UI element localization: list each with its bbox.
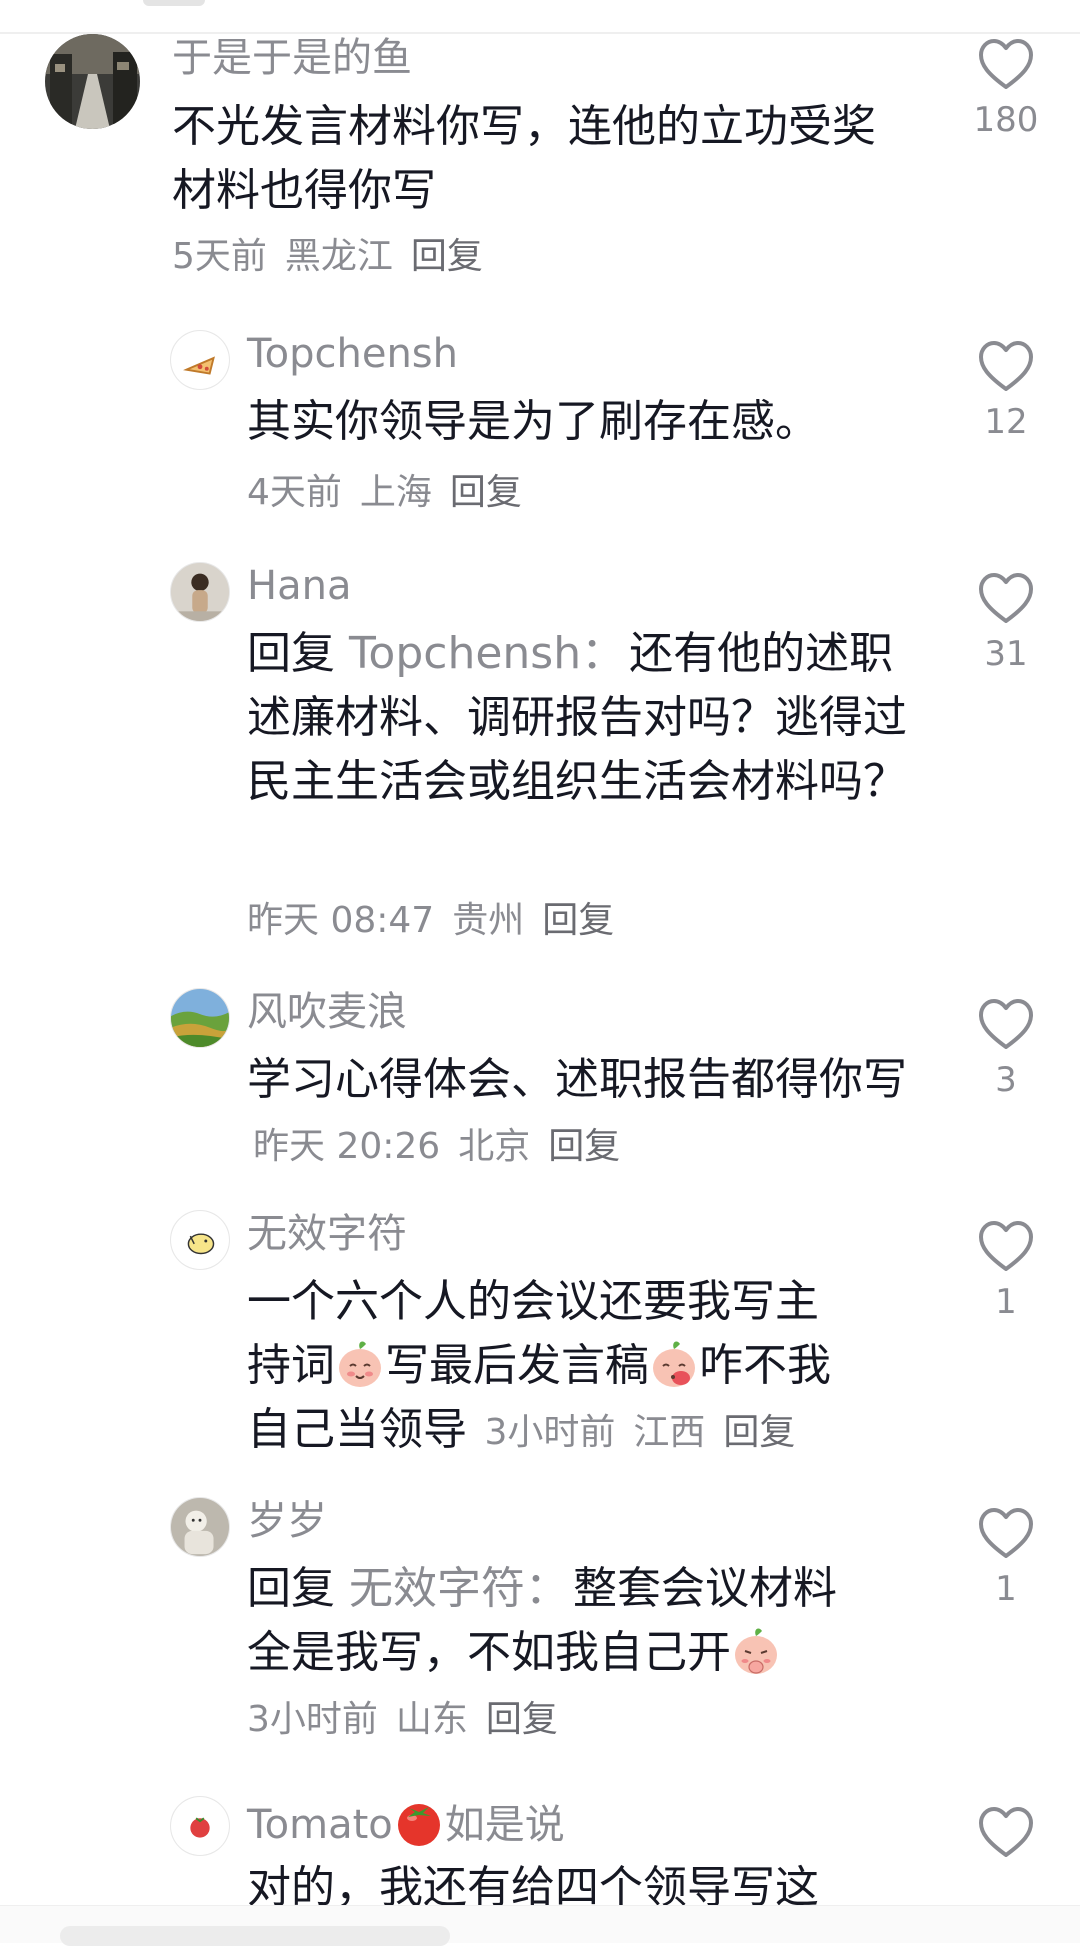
reply-button[interactable]: 回复	[450, 472, 522, 513]
tomato-emoji-icon	[397, 1804, 440, 1846]
comment-body-part: 整套会议材料	[573, 1563, 837, 1614]
comment-body: 其实你领导是为了刷存在感。	[247, 396, 819, 447]
peach-pray-emoji-icon	[735, 1628, 777, 1674]
comment-body-part: 持词	[247, 1340, 335, 1391]
comment-body-line: 全是我写，不如我自己开	[247, 1621, 927, 1685]
comment-username[interactable]: Tomato 如是说	[247, 1796, 565, 1849]
heart-icon	[979, 1508, 1033, 1558]
comment-body-line: 持词 写最后发言稿 咋不我	[247, 1334, 927, 1398]
comment-text: 回复 无效字符：整套会议材料 全是我写，不如我自己开	[247, 1557, 927, 1685]
comment-body-part: 咋不我	[699, 1340, 831, 1391]
reply-button[interactable]: 回复	[486, 1699, 558, 1740]
avatar[interactable]	[45, 34, 140, 129]
username-part: 如是说	[444, 1802, 565, 1848]
reply-button[interactable]: 回复	[723, 1412, 795, 1453]
comment-time: 3小时前	[484, 1412, 616, 1453]
previous-avatar-edge	[143, 0, 205, 6]
comment-location: 贵州	[452, 900, 525, 941]
comment-body: 不光发言材料你写，连他的立功受奖材料也得你写	[172, 101, 876, 216]
like-button[interactable]: 12	[970, 340, 1042, 442]
like-button[interactable]: 1	[970, 1507, 1042, 1609]
comment-meta: 4天前 上海 回复	[241, 466, 540, 517]
comment-meta: 5天前 黑龙江 回复	[166, 230, 501, 281]
comment-body: 学习心得体会、述职报告都得你写	[247, 1054, 907, 1105]
avatar[interactable]	[170, 988, 230, 1048]
heart-icon	[979, 1221, 1033, 1271]
avatar[interactable]	[170, 1497, 230, 1557]
comment-username[interactable]: Hana	[247, 562, 351, 610]
avatar[interactable]	[170, 1796, 230, 1856]
heart-icon	[979, 573, 1033, 623]
reply-target-username[interactable]: Topchensh：	[349, 628, 625, 679]
comment-username[interactable]: Topchensh	[247, 330, 458, 378]
reply-button[interactable]: 回复	[411, 236, 483, 277]
like-count: 31	[984, 634, 1028, 674]
comment-text: 一个六个人的会议还要我写主 持词 写最后发言稿 咋不我 自己当领导 3小时前 江西 回复	[247, 1270, 927, 1465]
reply-button[interactable]: 回复	[548, 1126, 620, 1167]
comment-text: 回复 Topchensh：还有他的述职述廉材料、调研报告对吗？逃得过民主生活会或组…	[247, 622, 907, 814]
reply-prefix: 回复	[247, 628, 335, 679]
comment-body-part: 全是我写，不如我自己开	[247, 1627, 731, 1678]
reply-target-username[interactable]: 无效字符：	[349, 1563, 569, 1614]
peach-blush-emoji-icon	[653, 1341, 695, 1387]
heart-icon	[979, 999, 1033, 1049]
comment-time: 昨天 08:47	[247, 900, 435, 941]
like-count: 12	[984, 402, 1028, 442]
divider	[0, 32, 1080, 34]
comment-time: 4天前	[247, 472, 342, 513]
comment-location: 山东	[395, 1699, 468, 1740]
comment-text: 不光发言材料你写，连他的立功受奖材料也得你写	[172, 95, 892, 223]
comment-body-line: 自己当领导 3小时前 江西 回复	[247, 1398, 927, 1465]
comment-username[interactable]: 岁岁	[247, 1497, 327, 1545]
comment-time: 3小时前	[247, 1699, 378, 1740]
comment-username[interactable]: 于是于是的鱼	[172, 34, 412, 82]
comment-meta: 3小时前 山东 回复	[241, 1693, 576, 1744]
comment-body-part: 自己当领导	[247, 1404, 467, 1455]
username-part: Tomato	[247, 1802, 393, 1848]
comment-location: 黑龙江	[284, 236, 393, 277]
like-count: 180	[973, 100, 1039, 140]
peach-smile-emoji-icon	[339, 1341, 381, 1387]
like-button[interactable]: 3	[970, 998, 1042, 1100]
reply-button[interactable]: 回复	[542, 900, 614, 941]
comment-username[interactable]: 无效字符	[247, 1210, 407, 1258]
like-count: 3	[995, 1060, 1017, 1100]
reply-prefix: 回复	[247, 1563, 335, 1614]
comment-location: 江西	[633, 1412, 706, 1453]
like-button[interactable]: 1	[970, 1220, 1042, 1322]
comment-body-part: 写最后发言稿	[385, 1340, 649, 1391]
comment-text: 学习心得体会、述职报告都得你写 昨天 20:26 北京 回复	[247, 1048, 907, 1179]
avatar[interactable]	[170, 562, 230, 622]
like-button[interactable]	[970, 1806, 1042, 1858]
comment-username[interactable]: 风吹麦浪	[247, 988, 407, 1036]
like-count: 1	[995, 1569, 1017, 1609]
bottom-bar	[0, 1905, 1080, 1946]
heart-icon	[979, 341, 1033, 391]
like-count: 1	[995, 1282, 1017, 1322]
heart-icon	[979, 1807, 1033, 1857]
comment-time: 昨天 20:26	[253, 1126, 441, 1167]
comment-input-pill[interactable]	[60, 1926, 450, 1946]
comment-text: 其实你领导是为了刷存在感。	[247, 390, 819, 454]
avatar[interactable]	[170, 1210, 230, 1270]
heart-icon	[979, 39, 1033, 89]
like-button[interactable]: 31	[970, 572, 1042, 674]
comment-location: 北京	[458, 1126, 531, 1167]
comment-time: 5天前	[172, 236, 267, 277]
avatar[interactable]	[170, 330, 230, 390]
comment-body-line: 回复 无效字符：整套会议材料	[247, 1557, 927, 1621]
comment-meta: 昨天 08:47 贵州 回复	[241, 894, 632, 945]
like-button[interactable]: 180	[970, 38, 1042, 140]
comment-location: 上海	[359, 472, 432, 513]
comment-body: 一个六个人的会议还要我写主	[247, 1276, 819, 1327]
